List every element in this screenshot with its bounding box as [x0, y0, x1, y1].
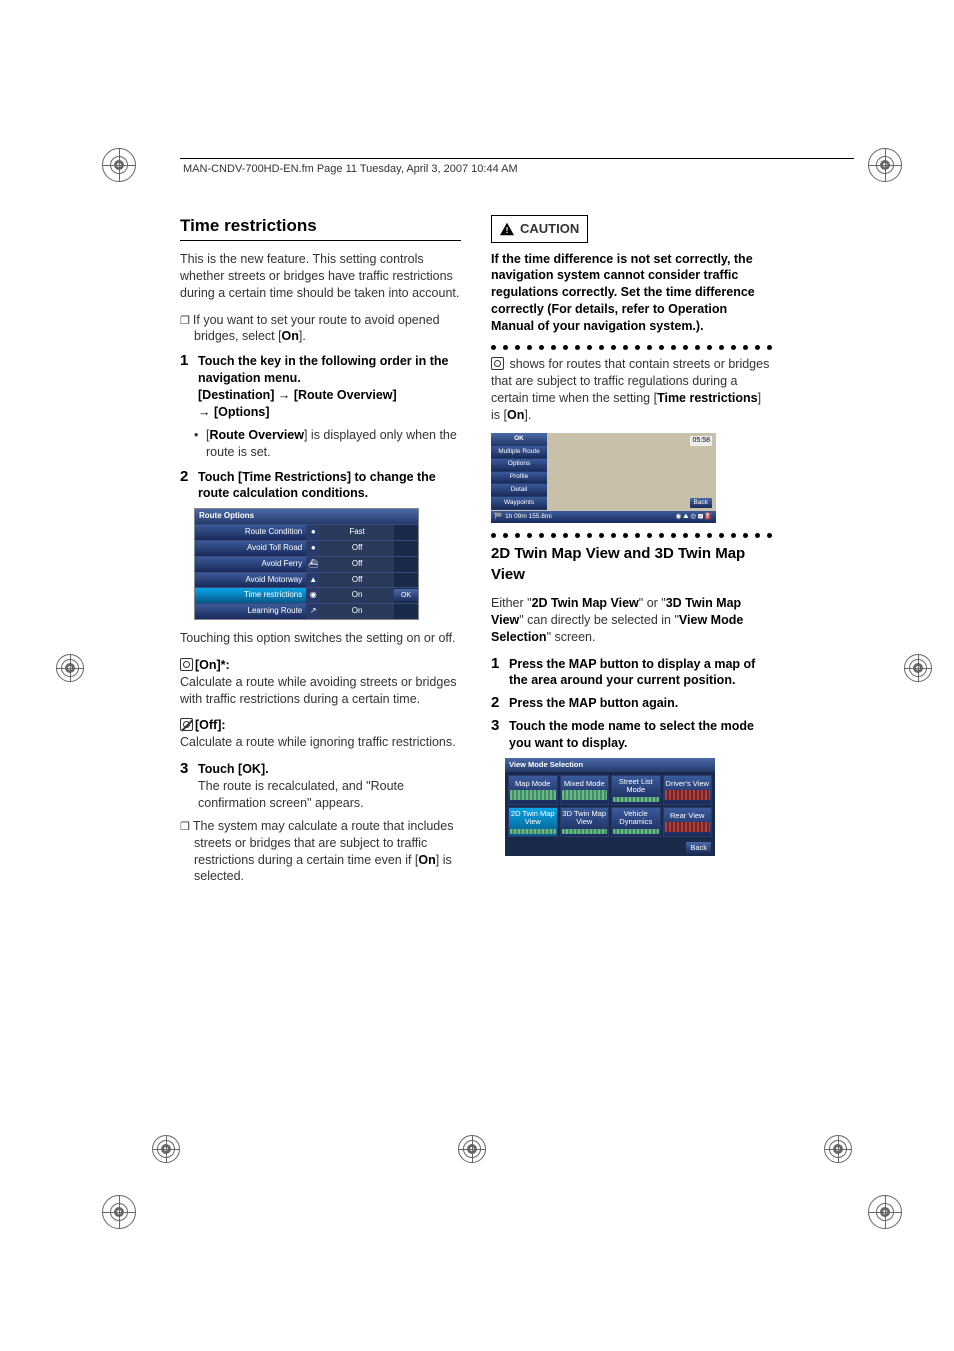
- opt-avoid-toll: Avoid Toll Road: [195, 541, 306, 556]
- registration-mark-icon: [56, 654, 84, 682]
- registration-mark-icon: [824, 1135, 852, 1163]
- registration-mark-icon: [458, 1135, 486, 1163]
- opt-route-condition: Route Condition: [195, 525, 306, 540]
- map-detail: Detail: [491, 484, 547, 497]
- screenshot-title: Route Options: [195, 509, 418, 524]
- view-drivers-view: Driver's View: [663, 775, 713, 805]
- section-heading-time-restrictions: Time restrictions: [180, 215, 461, 241]
- s2-step-3: 3Touch the mode name to select the mode …: [491, 718, 772, 752]
- registration-mark-icon: [904, 654, 932, 682]
- view-map-mode: Map Mode: [508, 775, 558, 805]
- restriction-icon-paragraph: shows for routes that contain streets or…: [491, 356, 772, 424]
- step-1-path: [Destination] → [Route Overview] → [Opti…: [198, 388, 397, 419]
- step-number: 2: [491, 693, 499, 713]
- opt-learning-route: Learning Route: [195, 604, 306, 619]
- s2-step-2: 2Press the MAP button again.: [491, 695, 772, 712]
- map-status-bar: 🏁1h 09m 155.8mi◉ ⛰ ◎ 🅿 ⛽: [491, 511, 716, 523]
- left-column: Time restrictions This is the new featur…: [180, 215, 461, 893]
- divider-dots: [491, 345, 772, 350]
- arrow-icon: →: [198, 405, 211, 419]
- s2-step-1: 1Press the MAP button to display a map o…: [491, 656, 772, 690]
- screenshot-title: View Mode Selection: [505, 758, 715, 772]
- right-column: ! CAUTION If the time difference is not …: [491, 215, 772, 893]
- clock-icon: [491, 357, 504, 370]
- view-back-button: Back: [686, 842, 711, 854]
- caution-text: If the time difference is not set correc…: [491, 251, 772, 335]
- clock-off-icon: [180, 718, 193, 731]
- map-screenshot: OK Multiple Route Options Profile Detail…: [491, 433, 716, 523]
- clock-icon: [180, 658, 193, 671]
- divider-dots: [491, 533, 772, 538]
- step-1: 1 Touch the key in the following order i…: [180, 353, 461, 421]
- step-1-subnote: [Route Overview] is displayed only when …: [180, 427, 461, 461]
- opt-time-restrictions: Time restrictions: [195, 588, 306, 603]
- arrow-icon: →: [278, 388, 291, 402]
- view-vehicle-dynamics: Vehicle Dynamics: [611, 807, 661, 837]
- registration-mark-icon: [868, 148, 902, 182]
- section-heading-twin-map: 2D Twin Map View and 3D Twin Map View: [491, 544, 772, 585]
- map-back-button: Back: [690, 498, 712, 509]
- step-number: 1: [491, 654, 499, 674]
- step-number: 3: [180, 759, 188, 779]
- view-mode-screenshot: View Mode Selection Map Mode Mixed Mode …: [505, 758, 715, 856]
- toggle-paragraph: Touching this option switches the settin…: [180, 630, 461, 647]
- map-profile: Profile: [491, 472, 547, 485]
- step-number: 3: [491, 716, 499, 736]
- intro-paragraph: This is the new feature. This setting co…: [180, 251, 461, 302]
- map-options: Options: [491, 459, 547, 472]
- note-on-selected: The system may calculate a route that in…: [180, 818, 461, 886]
- step-number: 1: [180, 351, 188, 371]
- svg-text:!: !: [506, 225, 509, 235]
- warning-icon: !: [500, 222, 514, 236]
- registration-mark-icon: [152, 1135, 180, 1163]
- view-rear-view: Rear View: [663, 807, 713, 837]
- step-3: 3 Touch [OK]. The route is recalculated,…: [180, 761, 461, 812]
- step-2: 2 Touch [Time Restrictions] to change th…: [180, 469, 461, 503]
- registration-mark-icon: [868, 1195, 902, 1229]
- on-option: [On]*: Calculate a route while avoiding …: [180, 657, 461, 708]
- step-number: 2: [180, 467, 188, 487]
- twin-map-intro: Either "2D Twin Map View" or "3D Twin Ma…: [491, 595, 772, 646]
- view-3d-twin: 3D Twin Map View: [560, 807, 610, 837]
- registration-mark-icon: [102, 1195, 136, 1229]
- opt-avoid-motorway: Avoid Motorway: [195, 573, 306, 588]
- map-ok-button: OK: [491, 433, 547, 446]
- map-waypoints: Waypoints: [491, 497, 547, 510]
- map-multiple-route: Multiple Route: [491, 446, 547, 459]
- map-clock: 05:58: [690, 436, 712, 445]
- route-options-screenshot: Route Options Route Condition●Fast Avoid…: [194, 508, 419, 620]
- ok-button: OK: [394, 589, 418, 602]
- view-2d-twin: 2D Twin Map View: [508, 807, 558, 837]
- note-avoid-bridges: If you want to set your route to avoid o…: [180, 312, 461, 346]
- off-option: [Off]: Calculate a route while ignoring …: [180, 717, 461, 751]
- header-rule: [180, 158, 854, 159]
- view-street-list: Street List Mode: [611, 775, 661, 805]
- opt-avoid-ferry: Avoid Ferry: [195, 557, 306, 572]
- registration-mark-icon: [102, 148, 136, 182]
- view-mixed-mode: Mixed Mode: [560, 775, 610, 805]
- page-header: MAN-CNDV-700HD-EN.fm Page 11 Tuesday, Ap…: [183, 163, 518, 175]
- caution-label: ! CAUTION: [491, 215, 588, 243]
